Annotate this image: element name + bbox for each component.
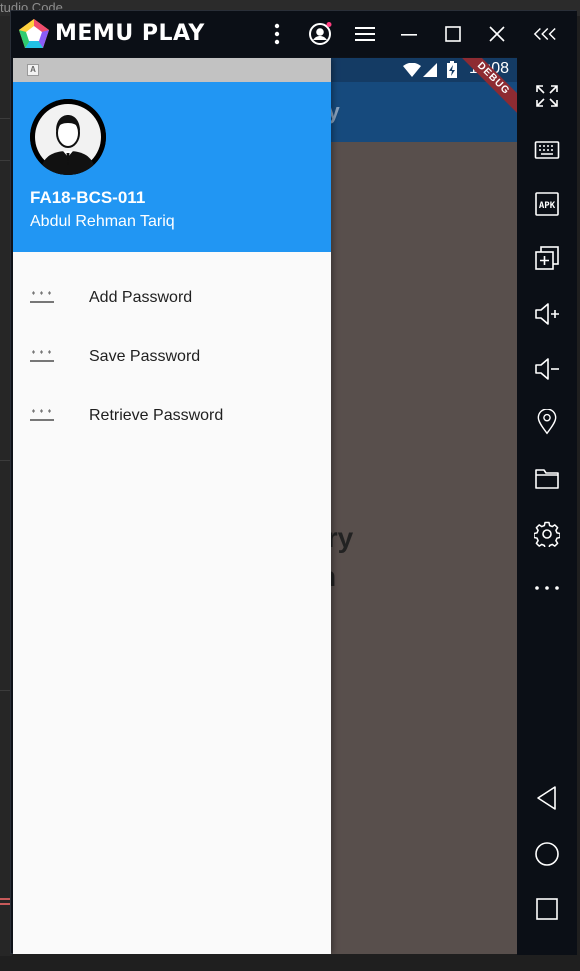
menu-item-retrieve-password[interactable]: Retrieve Password <box>13 388 331 446</box>
cellular-signal-icon <box>423 63 437 77</box>
collapse-sidebar-icon[interactable] <box>533 22 557 46</box>
background-error-marker <box>0 903 10 905</box>
home-nav-icon[interactable] <box>534 841 560 867</box>
back-nav-icon[interactable] <box>534 785 560 811</box>
more-vertical-icon[interactable] <box>265 22 289 46</box>
emulator-sidebar: APK <box>517 57 577 955</box>
user-id: FA18-BCS-011 <box>30 188 146 207</box>
maximize-icon[interactable] <box>441 22 465 46</box>
menu-item-label: Retrieve Password <box>89 407 224 424</box>
hamburger-menu-icon[interactable] <box>353 22 377 46</box>
keyboard-icon[interactable] <box>534 137 560 163</box>
brand-name: MEMU PLAY <box>55 21 205 46</box>
menu-item-save-password[interactable]: Save Password <box>13 329 331 387</box>
drawer-header: FA18-BCS-011 Abdul Rehman Tariq <box>13 82 331 252</box>
more-horizontal-icon[interactable] <box>534 575 560 601</box>
multi-instance-icon[interactable] <box>534 245 560 271</box>
emulator-window: MEMU PLAY APK DEBUG iry A FA18-BCS-011 A… <box>10 10 577 955</box>
emulator-titlebar: MEMU PLAY <box>11 11 577 57</box>
user-name: Abdul Rehman Tariq <box>30 213 175 230</box>
volume-down-icon[interactable] <box>534 356 560 382</box>
password-icon <box>30 409 54 421</box>
desktop: tudio Code MEMU PLAY APK DEBUG iry A FA1… <box>0 0 580 971</box>
android-screen: 10:08 ry DEBUG iry n A <box>13 58 517 954</box>
password-icon <box>30 291 54 303</box>
minimize-icon[interactable] <box>397 22 421 46</box>
recents-nav-icon[interactable] <box>534 896 560 922</box>
fullscreen-icon[interactable] <box>534 83 560 109</box>
password-icon <box>30 350 54 362</box>
svg-text:APK: APK <box>539 201 556 211</box>
navigation-drawer: A FA18-BCS-011 Abdul Rehman Tariq Add Pa… <box>13 58 331 954</box>
drawer-status-bar-scrim: A <box>13 58 331 82</box>
notification-icon: A <box>27 64 39 76</box>
menu-item-add-password[interactable]: Add Password <box>13 270 331 328</box>
avatar[interactable] <box>30 99 106 175</box>
location-icon[interactable] <box>534 409 560 435</box>
background-error-marker <box>0 898 10 900</box>
user-avatar-icon <box>30 99 106 175</box>
apk-icon[interactable]: APK <box>534 191 560 217</box>
volume-up-icon[interactable] <box>534 301 560 327</box>
menu-item-label: Save Password <box>89 348 201 365</box>
menu-item-label: Add Password <box>89 289 193 306</box>
wifi-icon <box>403 63 421 77</box>
close-icon[interactable] <box>485 22 509 46</box>
battery-charging-icon <box>447 61 457 78</box>
settings-icon[interactable] <box>534 521 560 547</box>
memu-logo-icon <box>19 19 49 48</box>
folder-icon[interactable] <box>534 465 560 491</box>
account-icon[interactable] <box>308 22 332 46</box>
